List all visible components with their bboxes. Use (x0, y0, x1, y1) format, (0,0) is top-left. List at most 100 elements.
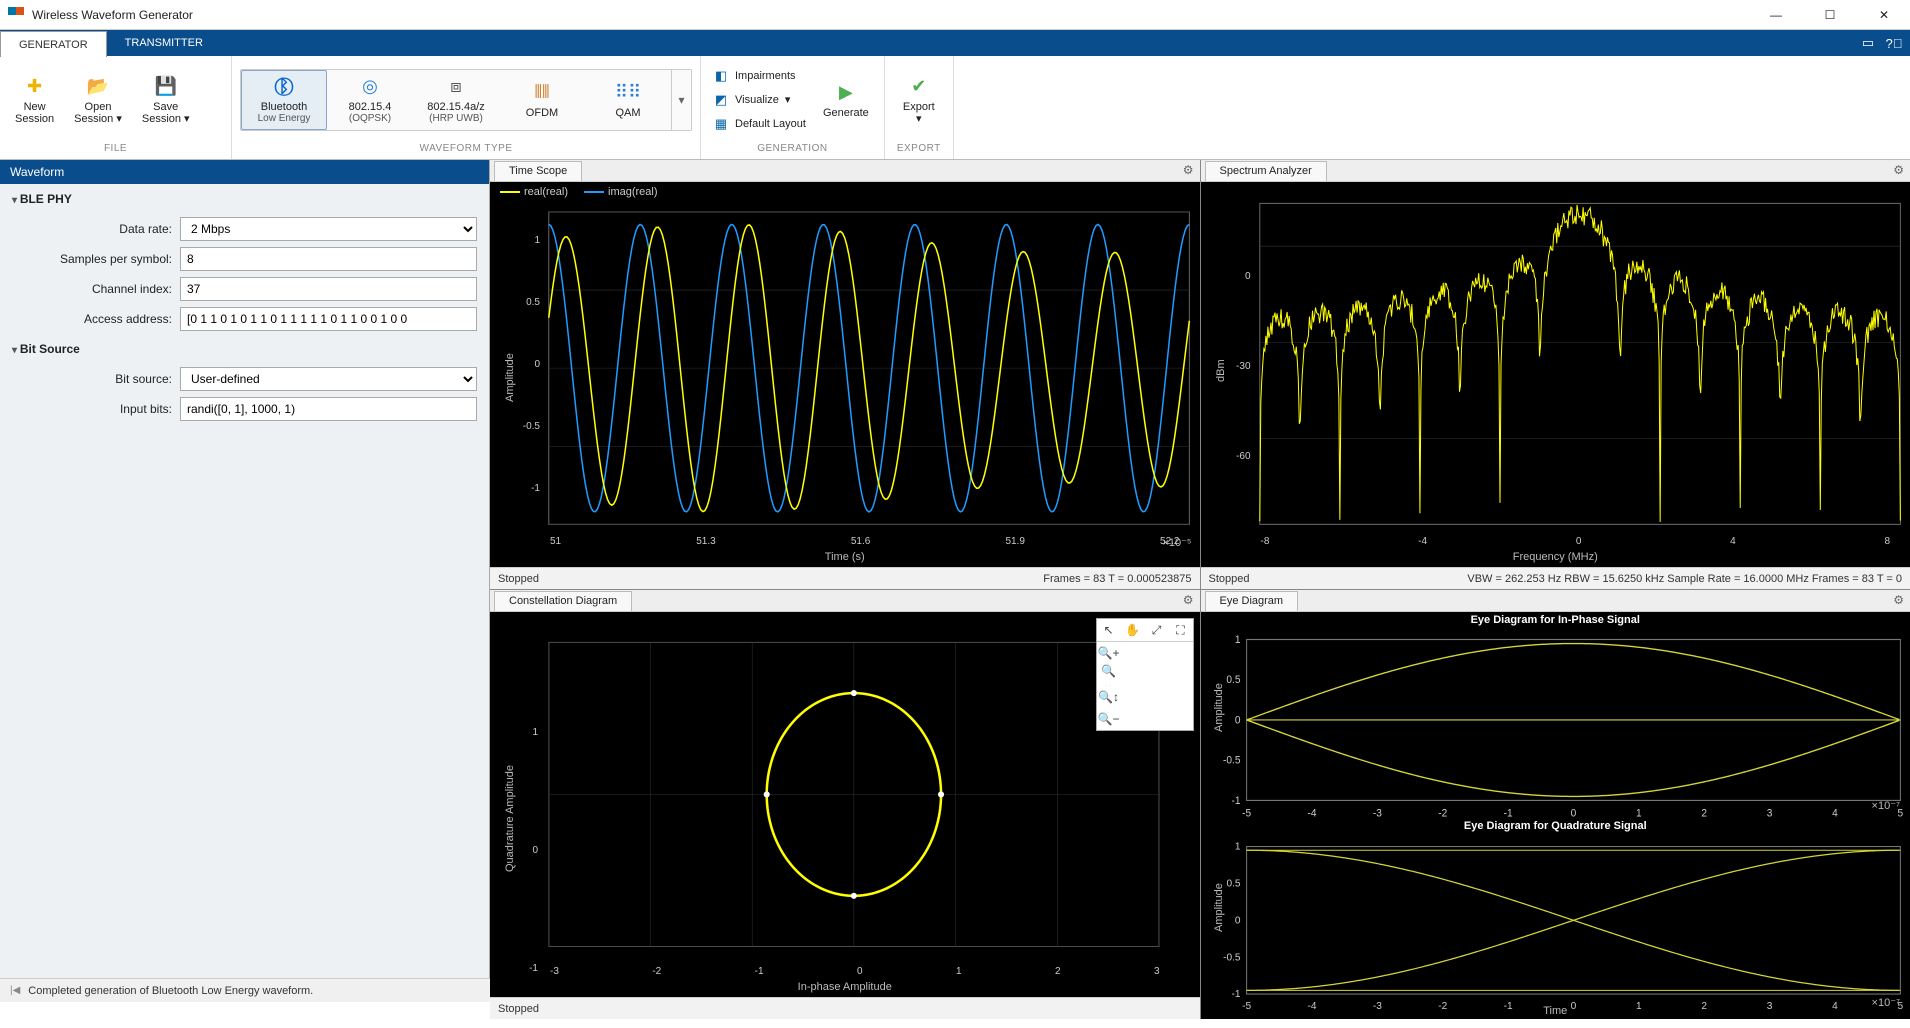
section-bit-source[interactable]: Bit Source (0, 334, 489, 364)
svg-text:0.5: 0.5 (1226, 674, 1240, 687)
status-message: Completed generation of Bluetooth Low En… (28, 985, 313, 997)
bit-source-label: Bit source: (12, 372, 172, 386)
plus-icon: ✚ (23, 75, 47, 99)
input-bits-input[interactable] (180, 397, 477, 421)
svg-text:-2: -2 (1438, 807, 1447, 820)
bluetooth-icon: ᛒ⃝ (272, 75, 296, 99)
eye-settings-icon[interactable]: ⚙ (1893, 593, 1904, 607)
eye-diagram: Eye Diagram ⚙ Eye Diagram for In-Phase S… (1201, 590, 1910, 1019)
zoom-out-icon[interactable]: 🔍− (1097, 708, 1121, 730)
generate-button[interactable]: ▶ Generate (816, 76, 876, 124)
ribbon: ✚ New Session 📂 Open Session ▾ 💾 Save Se… (0, 56, 1910, 160)
spectrum-status-right: VBW = 262.253 Hz RBW = 15.6250 kHz Sampl… (1467, 573, 1902, 585)
window-title: Wireless Waveform Generator (32, 8, 193, 22)
zoom-in-icon[interactable]: 🔍+ (1097, 642, 1121, 664)
pulse-icon: ⧈ (444, 75, 468, 99)
ofdm-icon: ⫴⫴ (530, 81, 554, 105)
default-layout-button[interactable]: ▦Default Layout (713, 113, 806, 135)
eye-ylabel-1: Amplitude (1213, 683, 1225, 732)
waveform-hrpuwb-button[interactable]: ⧈ 802.15.4a/z(HRP UWB) (413, 70, 499, 130)
sps-input[interactable] (180, 247, 477, 271)
legend-imag: imag(real) (608, 186, 658, 198)
constellation-plot[interactable]: ↖ ✋ ⤢ ⛶ 🔍+ 🔍↔ 🔍↕ 🔍− Quadrature Amplitude… (490, 612, 1200, 997)
tab-transmitter[interactable]: TRANSMITTER (107, 30, 222, 56)
save-session-button[interactable]: 💾 Save Session ▾ (135, 70, 197, 130)
new-session-button[interactable]: ✚ New Session (8, 70, 61, 130)
channel-index-label: Channel index: (12, 282, 172, 296)
access-address-input[interactable] (180, 307, 477, 331)
access-address-label: Access address: (12, 312, 172, 326)
cursor-icon[interactable]: ↖ (1097, 619, 1121, 641)
check-icon: ✔ (907, 75, 931, 99)
minimize-button[interactable]: — (1758, 5, 1794, 25)
spectrum-tab[interactable]: Spectrum Analyzer (1205, 161, 1327, 181)
target-icon: ◎ (358, 75, 382, 99)
eye-plot[interactable]: Eye Diagram for In-Phase Signal -5-4-3-2… (1201, 612, 1910, 1019)
pan-icon[interactable]: ✋ (1121, 619, 1145, 641)
impairments-button[interactable]: ◧Impairments (713, 65, 796, 87)
svg-text:1: 1 (1234, 842, 1240, 853)
constellation-tab[interactable]: Constellation Diagram (494, 591, 632, 611)
const-xlabel: In-phase Amplitude (798, 981, 892, 993)
minimize-toolstrip-icon[interactable]: ▭ (1858, 33, 1878, 53)
waveform-oqpsk-button[interactable]: ◎ 802.15.4(OQPSK) (327, 70, 413, 130)
zoom-y-icon[interactable]: 🔍↕ (1097, 686, 1121, 708)
constellation-settings-icon[interactable]: ⚙ (1183, 593, 1194, 607)
maximize-button[interactable]: ☐ (1812, 5, 1848, 25)
open-session-label: Open Session (74, 101, 113, 125)
svg-text:-2: -2 (1438, 1001, 1447, 1012)
visualize-icon: ◩ (713, 92, 729, 108)
spectrum-analyzer: Spectrum Analyzer ⚙ dBm Frequency (MHz) … (1201, 160, 1910, 589)
zoom-x-icon[interactable]: 🔍↔ (1097, 664, 1121, 686)
time-scope-tab[interactable]: Time Scope (494, 161, 582, 181)
help-icon[interactable]: ?⃝ (1884, 33, 1904, 53)
eye-tab[interactable]: Eye Diagram (1205, 591, 1299, 611)
waveform-qam-button[interactable]: ⠿⠿ QAM (585, 70, 671, 130)
data-rate-select[interactable]: 2 Mbps (180, 217, 477, 241)
visualize-button[interactable]: ◩Visualize ▾ (713, 89, 790, 111)
play-icon: ▶ (834, 81, 858, 105)
waveform-panel-title: Waveform (0, 160, 489, 184)
svg-text:-4: -4 (1307, 807, 1316, 820)
autoscale-icon[interactable]: ⤢ (1145, 619, 1169, 641)
close-button[interactable]: ✕ (1866, 5, 1902, 25)
save-session-label: Save Session (142, 101, 181, 125)
svg-text:-4: -4 (1307, 1001, 1316, 1012)
section-ble-phy[interactable]: BLE PHY (0, 184, 489, 214)
const-ylabel: Quadrature Amplitude (504, 765, 516, 872)
waveform-ble-button[interactable]: ᛒ⃝ BluetoothLow Energy (241, 70, 327, 130)
spectrum-xlabel: Frequency (MHz) (1513, 551, 1598, 563)
status-arrow-icon: |◀ (10, 985, 20, 996)
svg-text:-1: -1 (1503, 807, 1512, 820)
constellation-diagram: Constellation Diagram ⚙ ↖ ✋ ⤢ ⛶ 🔍+ 🔍↔ 🔍↕ (490, 590, 1200, 1019)
tab-generator[interactable]: GENERATOR (0, 31, 107, 57)
svg-text:-3: -3 (1372, 807, 1381, 820)
legend-real: real(real) (524, 186, 568, 198)
bit-source-select[interactable]: User-defined (180, 367, 477, 391)
time-scope-plot[interactable]: real(real) imag(real) Amplitude Time (s)… (490, 182, 1200, 567)
svg-text:1: 1 (1636, 1001, 1642, 1012)
data-rate-label: Data rate: (12, 222, 172, 236)
plot-toolbar: ↖ ✋ ⤢ ⛶ 🔍+ 🔍↔ 🔍↕ 🔍− (1096, 618, 1194, 731)
svg-text:1: 1 (1234, 634, 1240, 647)
svg-text:2: 2 (1701, 1001, 1707, 1012)
channel-index-input[interactable] (180, 277, 477, 301)
svg-text:0.5: 0.5 (1226, 879, 1240, 890)
spectrum-plot[interactable]: dBm Frequency (MHz) 0-30-60 -8-4048 (1201, 182, 1910, 567)
waveform-gallery: ᛒ⃝ BluetoothLow Energy ◎ 802.15.4(OQPSK)… (240, 69, 692, 131)
waveform-ofdm-button[interactable]: ⫴⫴ OFDM (499, 70, 585, 130)
svg-text:3: 3 (1766, 1001, 1772, 1012)
export-button[interactable]: ✔ Export▾ (893, 70, 945, 130)
svg-text:4: 4 (1832, 1001, 1838, 1012)
time-scope-settings-icon[interactable]: ⚙ (1183, 163, 1194, 177)
svg-text:3: 3 (1766, 807, 1772, 820)
open-session-button[interactable]: 📂 Open Session ▾ (67, 70, 129, 130)
save-icon: 💾 (154, 75, 178, 99)
waveform-gallery-dropdown[interactable]: ▾ (671, 70, 691, 130)
svg-text:-1: -1 (1231, 794, 1240, 807)
svg-text:1: 1 (1636, 807, 1642, 820)
time-xlabel: Time (s) (825, 551, 865, 563)
fit-icon[interactable]: ⛶ (1169, 619, 1193, 641)
svg-text:0: 0 (1570, 807, 1576, 820)
spectrum-settings-icon[interactable]: ⚙ (1893, 163, 1904, 177)
